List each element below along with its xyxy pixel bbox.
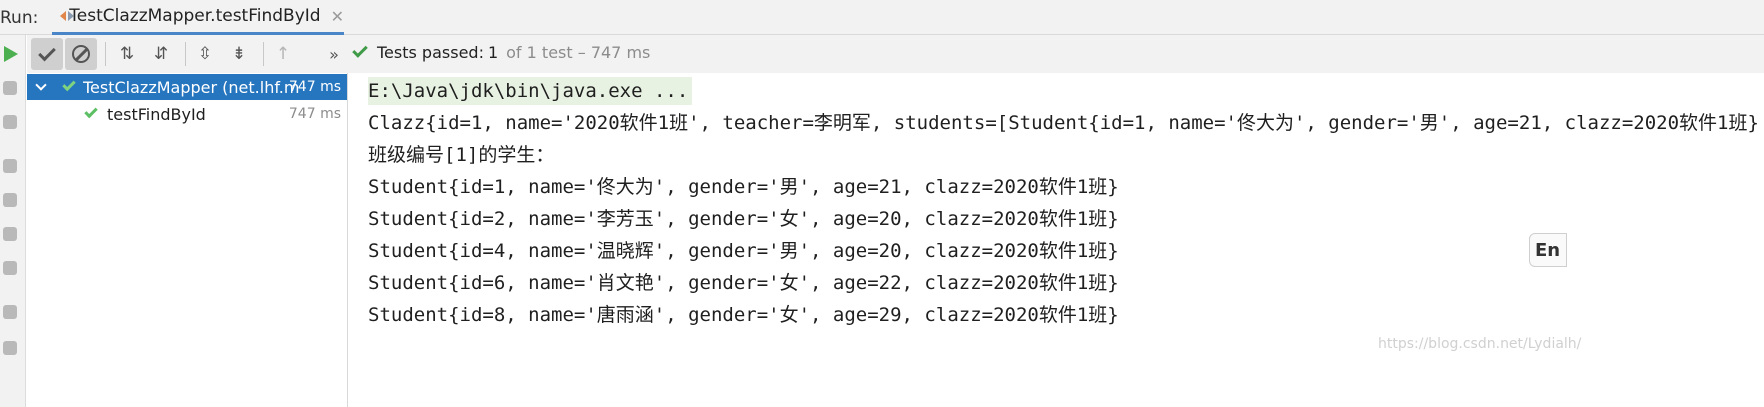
status-passed-count: 1	[487, 43, 499, 62]
console-line: 班级编号[1]的学生：	[368, 144, 555, 166]
toolbar-divider	[105, 42, 106, 66]
junit-config-icon	[60, 9, 78, 23]
test-status: Tests passed: 1 of 1 test – 747 ms	[352, 42, 651, 62]
run-label: Run:	[0, 8, 39, 28]
sort-alpha-icon: ⇅	[119, 44, 135, 64]
console-line: Student{id=2, name='李芳玉', gender='女', ag…	[368, 208, 1119, 230]
settings-icon[interactable]	[2, 225, 20, 243]
more-actions-button[interactable]: »	[323, 38, 345, 70]
run-side-toolbar	[0, 35, 26, 407]
pin-icon[interactable]	[2, 339, 20, 357]
tests-passed-check-icon	[352, 42, 368, 58]
test-passed-icon	[84, 104, 98, 119]
previous-failed-button[interactable]: ↑	[267, 38, 299, 70]
chevron-down-icon[interactable]	[35, 79, 47, 91]
more-icon: »	[329, 44, 339, 64]
watermark: https://blog.csdn.net/Lydialh/	[1378, 336, 1582, 352]
tree-node-test-class[interactable]: TestClazzMapper (net.lhf.m 747 ms	[27, 74, 347, 100]
close-icon[interactable]: ✕	[331, 7, 344, 26]
test-runner-toolbar: ⇅ ⇵ ⇳ ⇟ ↑ » Tests passed: 1 of 1 test – …	[27, 35, 1764, 73]
expand-all-button[interactable]: ⇳	[189, 38, 221, 70]
sort-alphabetically-button[interactable]: ⇅	[111, 38, 143, 70]
console-line: Clazz{id=1, name='2020软件1班', teacher=李明军…	[368, 112, 1759, 134]
show-ignored-button[interactable]	[65, 38, 97, 70]
show-passed-button[interactable]	[31, 38, 63, 70]
rerun-failed-icon[interactable]	[2, 79, 20, 97]
status-detail: of 1 test – 747 ms	[506, 43, 651, 62]
exit-icon[interactable]	[2, 259, 20, 277]
test-class-duration: 747 ms	[288, 79, 341, 95]
console-command-line: E:\Java\jdk\bin\java.exe ...	[368, 77, 693, 105]
check-icon	[38, 43, 56, 61]
run-configuration-tab[interactable]: TestClazzMapper.testFindById ✕	[52, 0, 344, 35]
dump-threads-icon[interactable]	[2, 191, 20, 209]
run-tab-bar: Run: TestClazzMapper.testFindById ✕	[0, 0, 1764, 35]
expand-all-icon: ⇳	[197, 44, 213, 64]
toggle-auto-test-icon[interactable]	[2, 113, 20, 131]
ignored-icon	[72, 45, 90, 63]
test-results-tree: TestClazzMapper (net.lhf.m 747 ms testFi…	[27, 73, 348, 407]
ime-language-indicator[interactable]: En	[1529, 233, 1567, 267]
test-passed-icon	[62, 77, 76, 92]
toolbar-divider	[185, 42, 186, 66]
rerun-icon[interactable]	[2, 45, 20, 63]
collapse-all-button[interactable]: ⇟	[223, 38, 255, 70]
run-tab-title: TestClazzMapper.testFindById	[69, 6, 321, 26]
collapse-all-icon: ⇟	[231, 44, 247, 64]
console-line: Student{id=8, name='唐雨涵', gender='女', ag…	[368, 304, 1119, 326]
stop-icon[interactable]	[2, 157, 20, 175]
tree-node-test-method[interactable]: testFindById 747 ms	[27, 101, 347, 127]
console-line: Student{id=6, name='肖文艳', gender='女', ag…	[368, 272, 1119, 294]
arrow-up-icon: ↑	[275, 44, 291, 64]
status-passed-label: Tests passed:	[377, 43, 484, 62]
toolbar-divider	[263, 42, 264, 66]
console-line: Student{id=4, name='温晓辉', gender='男', ag…	[368, 240, 1119, 262]
console-line: Student{id=1, name='佟大为', gender='男', ag…	[368, 176, 1119, 198]
test-method-name: testFindById	[107, 104, 206, 124]
test-method-duration: 747 ms	[288, 106, 341, 122]
sort-by-duration-button[interactable]: ⇵	[145, 38, 177, 70]
test-class-name: TestClazzMapper (net.lhf.m	[83, 77, 300, 97]
sort-duration-icon: ⇵	[153, 44, 169, 64]
layout-icon[interactable]	[2, 303, 20, 321]
